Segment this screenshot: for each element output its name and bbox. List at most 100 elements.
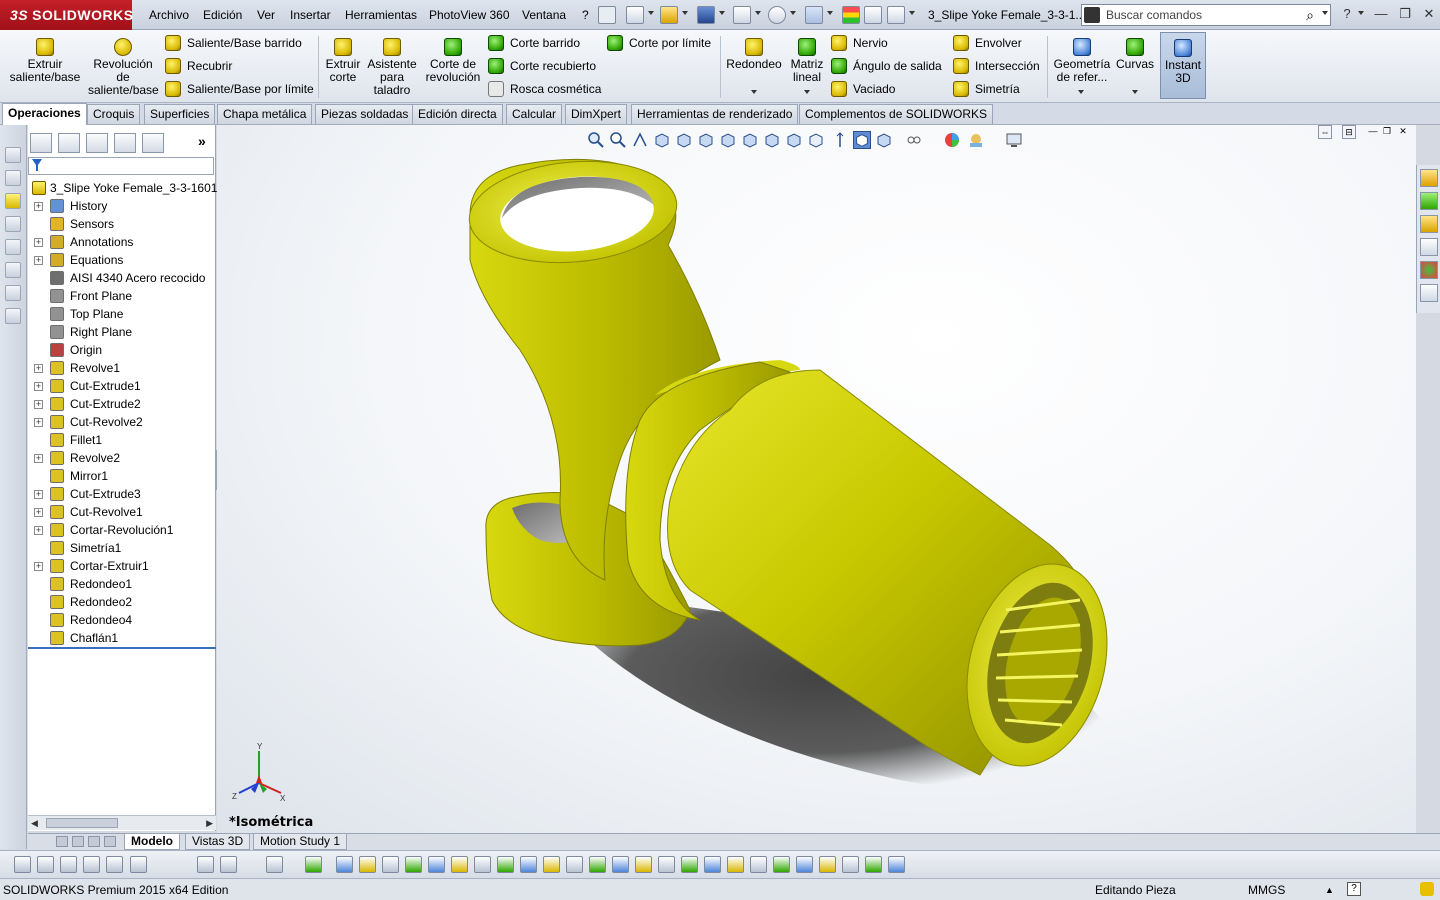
tree-item[interactable]: + Cut-Revolve1	[28, 503, 216, 521]
layers-icon[interactable]	[60, 856, 77, 873]
open-folder-icon[interactable]	[660, 6, 678, 24]
revolve-cut-button[interactable]: Corte de revolución	[424, 34, 482, 84]
filter-weld-bead-icon[interactable]	[773, 856, 790, 873]
swept-cut-button[interactable]: Corte barrido	[488, 34, 580, 52]
tree-item[interactable]: + Cortar-Extruir1	[28, 557, 216, 575]
pattern-caret-icon[interactable]	[804, 90, 810, 94]
search-caret-icon[interactable]	[1322, 11, 1328, 15]
tab-next-icon[interactable]	[88, 836, 100, 847]
expand-toggle-icon[interactable]: +	[34, 526, 43, 535]
rib-button[interactable]: Nervio	[831, 34, 888, 52]
tab-complementos[interactable]: Complementos de SOLIDWORKS	[799, 104, 994, 124]
ref-geometry-caret-icon[interactable]	[1078, 90, 1084, 94]
filter-datum-icon[interactable]	[589, 856, 606, 873]
pin-icon[interactable]	[598, 6, 616, 24]
tab-calcular[interactable]: Calcular	[506, 104, 563, 124]
quick-snaps-icon[interactable]	[130, 856, 147, 873]
view-palette-icon[interactable]	[1420, 238, 1438, 256]
tree-item[interactable]: + Cut-Revolve2	[28, 413, 216, 431]
revolve-boss-button[interactable]: Revolución de saliente/base	[88, 34, 159, 97]
measure-tool-icon[interactable]	[5, 262, 21, 278]
solidworks-resources-icon[interactable]	[1420, 169, 1438, 187]
design-library-icon[interactable]	[1420, 192, 1438, 210]
tab-chapa-metalica[interactable]: Chapa metálica	[217, 104, 313, 124]
line-color-icon[interactable]	[106, 856, 123, 873]
fillet-button[interactable]: Redondeo	[724, 34, 784, 71]
tree-item[interactable]: + Equations	[28, 251, 216, 269]
filter-blocks-icon[interactable]	[658, 856, 675, 873]
feature-tool-icon[interactable]	[5, 193, 21, 209]
tab-herramientas-renderizado[interactable]: Herramientas de renderizado	[631, 104, 799, 124]
expand-tabs-icon[interactable]: »	[198, 133, 206, 149]
tab-motion-study[interactable]: Motion Study 1	[253, 834, 348, 850]
select-caret-icon[interactable]	[827, 11, 833, 15]
reference-geometry-button[interactable]: Geometría de refer...	[1051, 34, 1113, 84]
minimize-icon[interactable]: —	[1370, 4, 1392, 24]
filter-points-icon[interactable]	[474, 856, 491, 873]
expand-toggle-icon[interactable]: +	[34, 454, 43, 463]
new-caret-icon[interactable]	[648, 11, 654, 15]
expand-toggle-icon[interactable]: +	[34, 400, 43, 409]
menu-photoview[interactable]: PhotoView 360	[429, 0, 510, 30]
select-cursor-icon[interactable]	[805, 6, 823, 24]
tree-item[interactable]: + Cut-Extrude1	[28, 377, 216, 395]
extrude-boss-button[interactable]: Extruir saliente/base	[8, 34, 82, 84]
filter-cosmetic-icon[interactable]	[704, 856, 721, 873]
filter-spots-icon[interactable]	[750, 856, 767, 873]
tab-dimxpert[interactable]: DimXpert	[565, 104, 628, 124]
filter-surfaces-icon[interactable]	[405, 856, 422, 873]
scroll-left-icon[interactable]: ◀	[31, 818, 38, 829]
tree-item[interactable]: + Revolve1	[28, 359, 216, 377]
filter-toolbar-icon[interactable]	[197, 856, 214, 873]
selection-filter-icon[interactable]	[220, 856, 237, 873]
filter-routing-icon[interactable]	[727, 856, 744, 873]
rollback-bar[interactable]	[28, 647, 216, 649]
curves-caret-icon[interactable]	[1132, 90, 1138, 94]
tree-item[interactable]: AISI 4340 Acero recocido	[28, 269, 216, 287]
filter-gtol-icon[interactable]	[566, 856, 583, 873]
tree-item[interactable]: Chaflán1	[28, 629, 216, 647]
fillet-caret-icon[interactable]	[751, 90, 757, 94]
boundary-boss-button[interactable]: Saliente/Base por límite	[165, 80, 314, 98]
tab-last-icon[interactable]	[104, 836, 116, 847]
filter-dimensions-icon[interactable]	[520, 856, 537, 873]
filter-vertices-icon[interactable]	[336, 856, 353, 873]
sketch-tool-icon[interactable]	[5, 147, 21, 163]
tree-item[interactable]: Top Plane	[28, 305, 216, 323]
filter-holes-icon[interactable]	[681, 856, 698, 873]
dimxpert-manager-tab-icon[interactable]	[114, 133, 136, 153]
tab-piezas-soldadas[interactable]: Piezas soldadas	[315, 104, 415, 124]
menu-edicion[interactable]: Edición	[203, 0, 242, 30]
hole-wizard-button[interactable]: Asistente para taladro	[366, 34, 418, 97]
tree-item[interactable]: Redondeo1	[28, 575, 216, 593]
menu-ver[interactable]: Ver	[257, 0, 275, 30]
mirror-button[interactable]: Simetría	[953, 80, 1020, 98]
reference-triad[interactable]: Y X Z	[229, 743, 289, 803]
help-caret-icon[interactable]	[1358, 11, 1364, 15]
tab-first-icon[interactable]	[56, 836, 68, 847]
smart-dimension-icon[interactable]	[5, 170, 21, 186]
expand-toggle-icon[interactable]: +	[34, 490, 43, 499]
solidworks-logo[interactable]: 3S SOLIDWORKS	[0, 0, 133, 30]
menu-archivo[interactable]: Archivo	[149, 0, 189, 30]
rebuild-traffic-light-icon[interactable]	[842, 6, 860, 24]
save-icon[interactable]	[697, 6, 715, 24]
expand-toggle-icon[interactable]: +	[34, 382, 43, 391]
tab-edicion-directa[interactable]: Edición directa	[412, 104, 503, 124]
filter-sketch-icon[interactable]	[497, 856, 514, 873]
tab-modelo[interactable]: Modelo	[124, 834, 180, 850]
filter-notes-icon[interactable]	[543, 856, 560, 873]
tree-item[interactable]: Origin	[28, 341, 216, 359]
curves-button[interactable]: Curvas	[1114, 34, 1156, 71]
filter-welds-icon[interactable]	[612, 856, 629, 873]
configuration-manager-tab-icon[interactable]	[86, 133, 108, 153]
expand-toggle-icon[interactable]: +	[34, 562, 43, 571]
filter-planes-icon[interactable]	[451, 856, 468, 873]
open-caret-icon[interactable]	[682, 11, 688, 15]
extrude-cut-button[interactable]: Extruir corte	[322, 34, 364, 84]
feature-tree-tab-icon[interactable]	[30, 133, 52, 153]
lofted-boss-button[interactable]: Recubrir	[165, 57, 232, 75]
close-icon[interactable]: ✕	[1418, 4, 1440, 24]
filter-edges-icon[interactable]	[359, 856, 376, 873]
filter-features-icon[interactable]	[819, 856, 836, 873]
